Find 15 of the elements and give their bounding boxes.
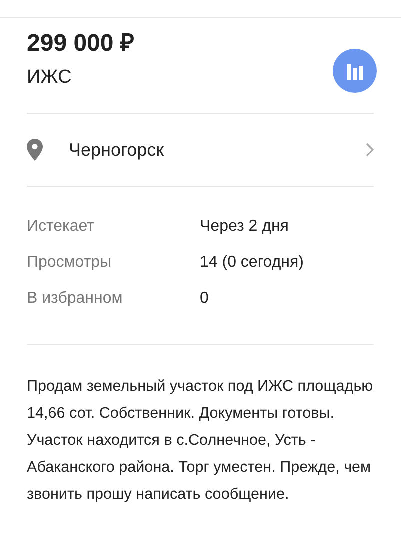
bar-chart-icon xyxy=(346,62,364,80)
statistics-button[interactable] xyxy=(333,49,377,93)
stat-value: Через 2 дня xyxy=(200,218,289,236)
description-text: Продам земельный участок под ИЖС площадью 14,66 сот. Собственник. Документы готовы. Участок находится в с.Солнечное, Усть - Абаканского района. Торг уместен. Прежде, чем звонить прошу написать сообщение. xyxy=(27,377,374,505)
stat-label: Истекает xyxy=(27,218,96,236)
chevron-right-icon xyxy=(366,143,374,157)
category: ИЖС xyxy=(27,66,73,90)
price: 299 000 ₽ xyxy=(27,29,134,59)
stat-value: 0 xyxy=(200,290,209,308)
stat-value: 14 (0 сегодня) xyxy=(200,254,304,272)
stat-label: В избранном xyxy=(27,290,124,308)
stat-label: Просмотры xyxy=(27,254,113,272)
location-city: Черногорск xyxy=(69,140,166,160)
location-row[interactable]: Черногорск xyxy=(27,114,374,187)
map-pin-icon xyxy=(27,139,43,161)
